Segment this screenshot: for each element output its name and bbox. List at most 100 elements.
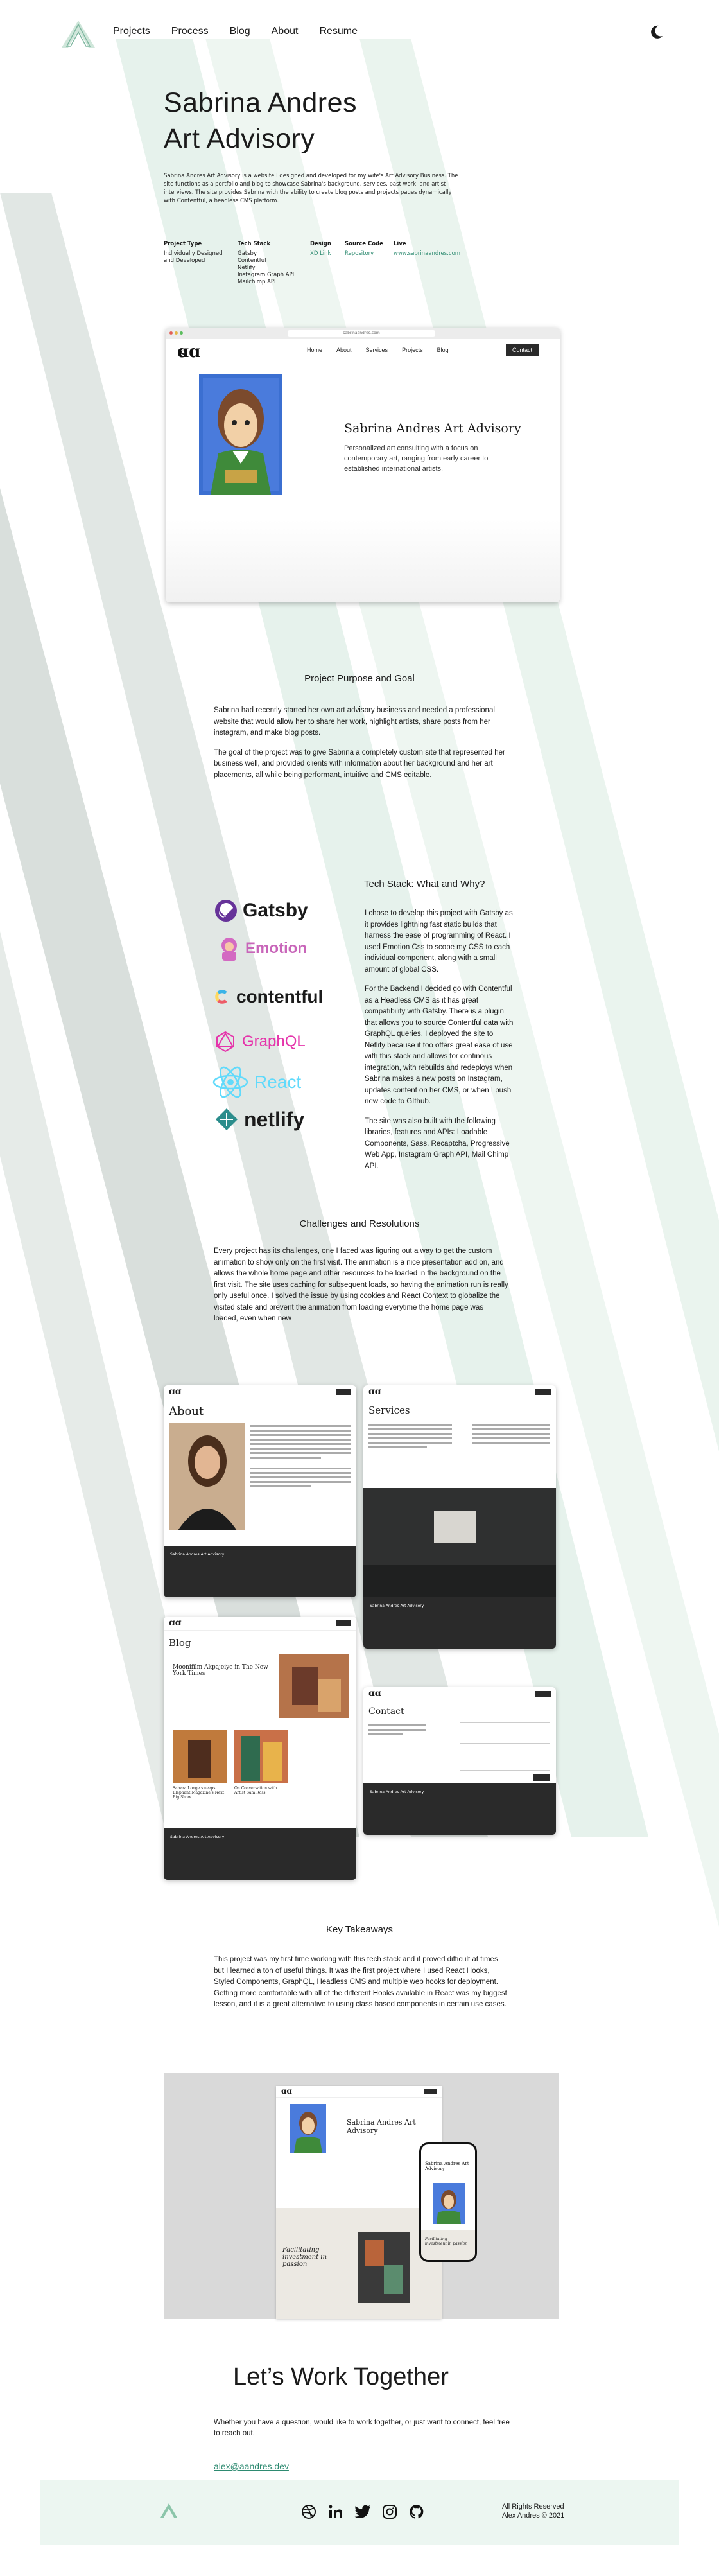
meta-label: Tech Stack — [238, 241, 271, 247]
dark-mode-moon-icon[interactable] — [647, 23, 665, 41]
preview-nav-about: About — [336, 347, 352, 353]
contact-text: Whether you have a question, would like … — [214, 2419, 510, 2437]
nav-links: Projects Process Blog About Resume — [113, 26, 358, 37]
contentful-logo: contentful — [212, 986, 323, 1007]
meta-value: Individually Designed and Developed — [164, 250, 223, 264]
preview-subtext: Personalized art consulting with a focus… — [344, 444, 489, 473]
blog-post-1-title: Moonifilm Akpajeiye in The New York Time… — [173, 1664, 268, 1677]
twitter-icon[interactable] — [354, 2503, 371, 2520]
tech-title: Tech Stack: What and Why? — [364, 879, 485, 889]
challenges-text: Every project has its challenges, one I … — [214, 1246, 509, 1333]
aa-logo-icon[interactable] — [59, 18, 98, 49]
design-link[interactable]: XD Link — [310, 250, 331, 257]
netlify-logo: netlify — [214, 1107, 304, 1132]
blog-post-3-image — [234, 1730, 288, 1783]
meta-source: Source Code Repository — [345, 241, 383, 258]
react-label: React — [254, 1072, 302, 1092]
preview-nav-projects: Projects — [402, 347, 423, 353]
tech-text: I chose to develop this project with Gat… — [365, 908, 514, 1180]
live-site-link[interactable]: www.sabrinaandres.com — [394, 250, 460, 257]
purpose-text: Sabrina had recently started her own art… — [214, 705, 509, 789]
tech-item: Contentful — [238, 258, 266, 264]
purpose-title: Project Purpose and Goal — [304, 673, 415, 684]
gatsby-logo: Gatsby — [214, 899, 308, 922]
contact-footer: Sabrina Andres Art Advisory — [363, 1783, 556, 1835]
meta-label: Source Code — [345, 241, 383, 247]
instagram-icon[interactable] — [381, 2503, 398, 2520]
tech-item: Gatsby — [238, 250, 257, 257]
social-links — [300, 2503, 425, 2520]
nav-about[interactable]: About — [272, 26, 299, 37]
nav-blog[interactable]: Blog — [230, 26, 250, 37]
title-line-1: Sabrina Andres — [164, 87, 358, 118]
site-preview-screenshot: sabrinaandres.com ɑɑ s Home About Service… — [166, 328, 560, 602]
desktop-mockup: ɑɑ Sabrina Andres Art Advisory Facilitat… — [276, 2086, 442, 2319]
sa-monogram-icon: ɑɑs — [177, 343, 200, 360]
services-title: Services — [368, 1405, 410, 1416]
services-footer: Sabrina Andres Art Advisory — [363, 1597, 556, 1649]
gatsby-icon — [215, 900, 237, 922]
preview-nav-links: Home About Services Projects Blog — [307, 347, 449, 353]
services-room-photo — [363, 1488, 556, 1597]
linkedin-icon[interactable] — [327, 2503, 344, 2520]
contact-page-screenshot: ɑɑ Contact Sabrina Andres Art Advisory — [363, 1687, 556, 1835]
blog-footer: Sabrina Andres Art Advisory — [164, 1828, 356, 1880]
blog-post-1-image — [279, 1654, 349, 1718]
about-title: About — [169, 1405, 204, 1418]
site-footer: All Rights Reserved Alex Andres © 2021 — [40, 2480, 679, 2545]
title-line-2: Art Advisory — [164, 123, 315, 154]
browser-url: sabrinaandres.com — [288, 330, 435, 337]
emotion-label: Emotion — [245, 940, 307, 957]
nav-projects[interactable]: Projects — [113, 26, 150, 37]
copyright-line-2: Alex Andres © 2021 — [502, 2512, 565, 2519]
react-logo: React — [212, 1066, 301, 1098]
preview-lower — [166, 520, 560, 602]
gatsby-label: Gatsby — [243, 900, 308, 921]
blog-post-2-title: Sahara Longe sweeps Elephant Magazine's … — [173, 1786, 225, 1800]
tech-paragraph-3: The site was also built with the followi… — [365, 1117, 510, 1170]
mockup-heading: Sabrina Andres Art Advisory — [347, 2118, 416, 2135]
tech-paragraph-2: For the Backend I decided go with Conten… — [365, 985, 514, 1105]
preview-heading: Sabrina Andres Art Advisory — [344, 421, 521, 435]
dribbble-icon[interactable] — [300, 2503, 317, 2520]
meta-design: Design XD Link — [310, 241, 331, 258]
footer-logo-icon[interactable] — [159, 2502, 178, 2519]
tech-item: Instagram Graph API — [238, 272, 295, 278]
emotion-logo: Emotion — [218, 936, 307, 961]
blog-post-2-image — [173, 1730, 227, 1783]
tech-item: Netlify — [238, 265, 256, 271]
contact-page-title: Contact — [368, 1706, 404, 1717]
meta-project-type: Project Type Individually Designed and D… — [164, 241, 231, 265]
challenges-paragraph-1: Every project has its challenges, one I … — [214, 1247, 508, 1322]
top-nav: Projects Process Blog About Resume — [0, 0, 719, 64]
netlify-icon — [216, 1108, 238, 1130]
github-icon[interactable] — [408, 2503, 425, 2520]
preview-contact-button: Contact — [506, 344, 539, 356]
nav-process[interactable]: Process — [171, 26, 209, 37]
contact-email-link[interactable]: alex@aandres.dev — [214, 2461, 289, 2471]
graphql-icon — [216, 1031, 234, 1053]
portrait-painting — [199, 374, 282, 495]
emotion-icon — [221, 938, 237, 961]
meta-label: Project Type — [164, 241, 202, 247]
purpose-paragraph-1: Sabrina had recently started her own art… — [214, 706, 495, 737]
meta-label: Design — [310, 241, 331, 247]
phone-painting — [433, 2183, 465, 2224]
intro-text: Sabrina Andres Art Advisory is a website… — [164, 173, 458, 204]
meta-label: Live — [394, 241, 406, 247]
netlify-label: netlify — [244, 1107, 305, 1131]
mockup-artwork — [358, 2232, 410, 2303]
nav-resume[interactable]: Resume — [319, 26, 358, 37]
repository-link[interactable]: Repository — [345, 250, 374, 257]
blog-post-3-title: On Conversation with Artist Sam Ross — [234, 1786, 277, 1795]
phone-title: Sabrina Andres Art Advisory — [425, 2161, 469, 2171]
footer-copyright: All Rights Reserved Alex Andres © 2021 — [502, 2502, 564, 2520]
blog-footer-name: Sabrina Andres Art Advisory — [170, 1835, 225, 1839]
preview-nav-home: Home — [307, 347, 323, 353]
phone-card-title: Facilitating investment in passion — [425, 2237, 468, 2246]
graphql-label: GraphQL — [242, 1033, 306, 1050]
page-title: Sabrina Andres Art Advisory — [164, 85, 357, 157]
svg-text:s: s — [180, 345, 186, 360]
services-page-screenshot: ɑɑ Services Sabrina Andres Art Advisory — [363, 1385, 556, 1649]
phone-mockup: Sabrina Andres Art Advisory Facilitating… — [419, 2142, 477, 2262]
